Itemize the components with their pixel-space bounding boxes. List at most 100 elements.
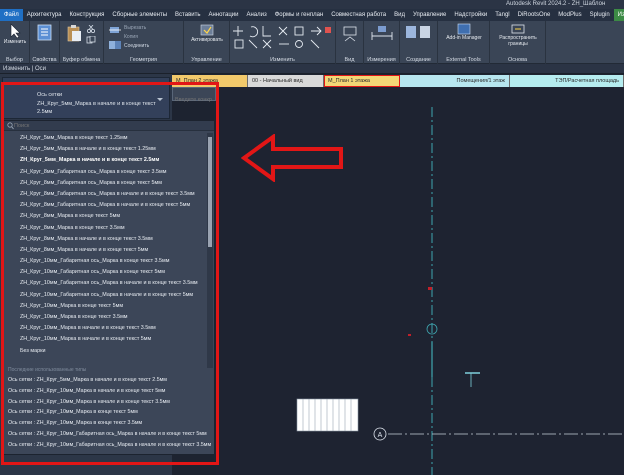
add-in-manager-icon — [457, 23, 471, 35]
chevron-down-icon[interactable] — [157, 98, 163, 101]
menu-item[interactable]: DiRootsOne — [514, 9, 555, 21]
hatched-block[interactable] — [296, 398, 359, 432]
list-item[interactable]: ZH_Круг_8мм_Марка в начале и в конце тек… — [4, 234, 204, 245]
recent-item[interactable]: Ось сетки : ZH_Круг_10мм_Марка в начале … — [4, 386, 214, 397]
ribbon-group-measure: Измерения — [364, 21, 400, 64]
group-label: Основа — [507, 57, 528, 63]
view-icon[interactable] — [342, 25, 358, 45]
list-item[interactable]: ZH_Круг_10мм_Марка в начале и в конце те… — [4, 323, 204, 334]
type-name: ZH_Круг_5мм_Марка в начале и в конце тек… — [37, 101, 156, 115]
recent-item[interactable]: Ось сетки : ZH_Круг_10мм_Марка в конце т… — [4, 418, 214, 429]
list-item[interactable]: ZH_Круг_10мм_Габаритная ось_Марка в нача… — [4, 278, 204, 289]
menu-item[interactable]: Файл — [0, 9, 23, 21]
tab-view-4[interactable]: Помещения/1 этаж — [400, 75, 510, 87]
recent-types-list: Ось сетки : ZH_Круг_5мм_Марка в начале и… — [4, 375, 214, 451]
measure-icon[interactable] — [370, 24, 394, 44]
list-item[interactable]: ZH_Круг_10мм_Габаритная ось_Марка в конц… — [4, 267, 204, 278]
dropdown-search[interactable] — [4, 121, 214, 131]
group-label: Вид — [344, 57, 355, 63]
tab-view-1[interactable]: М_План 2 этажа — [172, 75, 248, 87]
list-item[interactable]: ZH_Круг_8мм_Габаритная ось_Марка в конце… — [4, 178, 204, 189]
red-mark — [408, 334, 411, 336]
menu-item[interactable]: Splugin — [586, 9, 614, 21]
search-icon — [7, 122, 14, 130]
cut-label[interactable]: Вырезать — [124, 25, 146, 31]
list-item[interactable]: ZH_Круг_8мм_Марка в конце текст 5мм — [4, 211, 204, 222]
list-item[interactable]: ZH_Круг_8мм_Габаритная ось_Марка в начал… — [4, 200, 204, 211]
recent-item[interactable]: Ось сетки : ZH_Круг_10мм_Габаритная ось_… — [4, 429, 214, 440]
modify-button[interactable]: Изменить — [2, 23, 28, 45]
modify-tools-icons[interactable] — [233, 24, 333, 50]
menu-item[interactable]: Вид — [390, 9, 409, 21]
list-item[interactable]: ZH_Круг_8мм_Габаритная ось_Марка в начал… — [4, 189, 204, 200]
list-item[interactable]: ZH_Круг_10мм_Марка в начале и в конце те… — [4, 334, 204, 345]
menu-item[interactable]: Tangl — [491, 9, 513, 21]
ribbon-group-clipboard: Буфер обмена — [60, 21, 104, 64]
tab-view-3-active[interactable]: М_План 1 этажа — [324, 75, 400, 87]
create-icons[interactable] — [404, 24, 434, 44]
filter-input[interactable] — [173, 94, 215, 106]
grid-bubble-label: A — [378, 432, 383, 439]
cursor-icon — [10, 23, 21, 39]
recent-item[interactable]: Ось сетки : ZH_Круг_10мм_Габаритная ось_… — [4, 440, 214, 451]
list-item[interactable]: ZH_Круг_8мм_Марка в конце текст 3.5мм — [4, 223, 204, 234]
group-label: Геометрия — [129, 57, 157, 63]
recent-item[interactable]: Ось сетки : ZH_Круг_5мм_Марка в начале и… — [4, 375, 214, 386]
search-input[interactable] — [14, 121, 204, 130]
menu-item[interactable]: ModPlus — [554, 9, 585, 21]
menu-item[interactable]: Сборные элементы — [108, 9, 171, 21]
recent-header: Последние использованные типы — [8, 367, 87, 373]
tab-view-2[interactable]: 00 - Начальный вид — [248, 75, 324, 87]
activate-label: Активировать — [191, 37, 223, 43]
scrollbar[interactable] — [207, 133, 213, 368]
cope-icon[interactable] — [108, 24, 122, 36]
properties-icon[interactable] — [37, 24, 53, 42]
menu-item[interactable]: Конструкция — [66, 9, 109, 21]
list-item[interactable]: Без марки — [4, 346, 204, 357]
activate-button[interactable]: Активировать — [186, 23, 228, 43]
tab-label: М_План 1 этажа — [328, 78, 370, 84]
paste-icon[interactable] — [66, 24, 82, 42]
list-item[interactable]: ZH_Круг_10мм_Марка в конце текст 5мм — [4, 301, 204, 312]
list-item[interactable]: ZH_Круг_5мм_Марка в начале и в конце тек… — [4, 144, 204, 155]
tab-view-5[interactable]: ТЭП/Расчетная площадь — [510, 75, 624, 87]
list-item[interactable]: ZH_Круг_10мм_Габаритная ось_Марка в конц… — [4, 256, 204, 267]
copy-small-label[interactable]: Копия — [124, 34, 138, 40]
group-label: Буфер обмена — [62, 57, 101, 63]
menu-item[interactable]: Изменить — [613, 9, 624, 21]
scrollbar-thumb[interactable] — [208, 137, 212, 247]
ribbon-group-basis: Распространить границы Основа — [490, 21, 546, 64]
list-item[interactable]: ZH_Круг_10мм_Габаритная ось_Марка в нача… — [4, 290, 204, 301]
menu-item[interactable]: Надстройки — [450, 9, 491, 21]
list-item[interactable]: ZH_Круг_8мм_Марка в начале и в конце тек… — [4, 245, 204, 256]
menu-item[interactable]: Анализ — [242, 9, 270, 21]
type-dropdown-list: ZH_Круг_5мм_Марка в конце текст 1.25ммZH… — [3, 120, 215, 455]
recent-item[interactable]: Ось сетки : ZH_Круг_10мм_Марка в конце т… — [4, 407, 214, 418]
menu-item[interactable]: Совместная работа — [327, 9, 390, 21]
ribbon-group-select: Изменить Выбор — [0, 21, 30, 64]
copy-icon[interactable] — [86, 36, 96, 44]
filter-box[interactable] — [172, 87, 216, 106]
menu-item[interactable]: Аннотации — [204, 9, 242, 21]
list-item[interactable]: ZH_Круг_5мм_Марка в начале и в конце тек… — [4, 155, 204, 166]
menu-item[interactable]: Управление — [409, 9, 450, 21]
group-label: Создание — [406, 57, 431, 63]
join-label[interactable]: Соединить — [124, 43, 149, 49]
group-label: External Tools — [446, 57, 481, 63]
menu-item[interactable]: Формы и генплан — [271, 9, 327, 21]
join-icon[interactable] — [108, 39, 122, 51]
add-in-manager-button[interactable]: Add-in Manager — [440, 23, 488, 41]
cut-icon[interactable] — [86, 25, 96, 33]
view-tabs: М_План 2 этажа 00 - Начальный вид М_План… — [172, 75, 624, 87]
list-item[interactable]: ZH_Круг_5мм_Марка в конце текст 1.25мм — [4, 133, 204, 144]
menu-item[interactable]: Вставить — [171, 9, 204, 21]
list-item[interactable]: ZH_Круг_8мм_Габаритная ось_Марка в конце… — [4, 167, 204, 178]
type-family: Ось сетки — [37, 92, 63, 98]
redistribute-button[interactable]: Распространить границы — [492, 23, 544, 47]
type-selector[interactable]: Ось сетки ZH_Круг_5мм_Марка в начале и в… — [2, 77, 170, 119]
modify-label: Изменить — [3, 39, 27, 45]
recent-item[interactable]: Ось сетки : ZH_Круг_10мм_Марка в начале … — [4, 397, 214, 408]
list-item[interactable]: ZH_Круг_10мм_Марка в конце текст 3.5мм — [4, 312, 204, 323]
menu-item[interactable]: Архитектура — [23, 9, 66, 21]
group-label: Свойства — [32, 57, 57, 63]
